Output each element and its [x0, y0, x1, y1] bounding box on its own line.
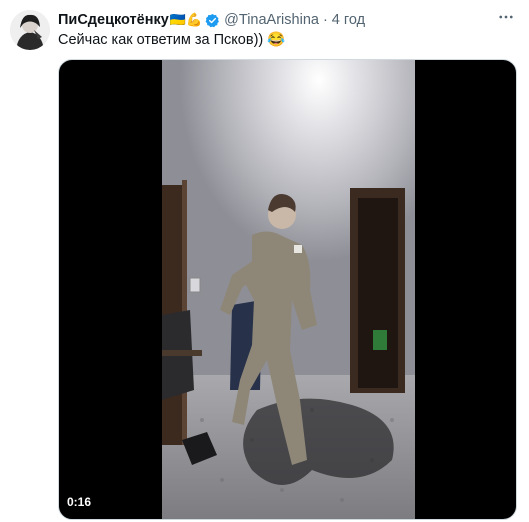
timestamp[interactable]: 4 год [332, 12, 365, 28]
name-emoji: 🇺🇦💪 [169, 12, 203, 27]
separator-dot: · [322, 12, 328, 28]
video-player[interactable]: 0:16 [58, 59, 517, 520]
display-name[interactable]: ПиСдецкотёнку [58, 12, 169, 28]
avatar[interactable] [10, 10, 50, 50]
more-horizontal-icon[interactable] [495, 6, 517, 28]
video-duration: 0:16 [67, 495, 92, 509]
video-frame[interactable] [162, 60, 415, 519]
user-handle[interactable]: @TinaArishina [224, 12, 319, 28]
verified-badge-icon [205, 13, 220, 28]
tweet-text: Сейчас как ответим за Псков)) 😂 [58, 32, 286, 48]
tweet-header: ПиСдецкотёнку 🇺🇦💪 @TinaArishina · 4 год [58, 10, 365, 30]
